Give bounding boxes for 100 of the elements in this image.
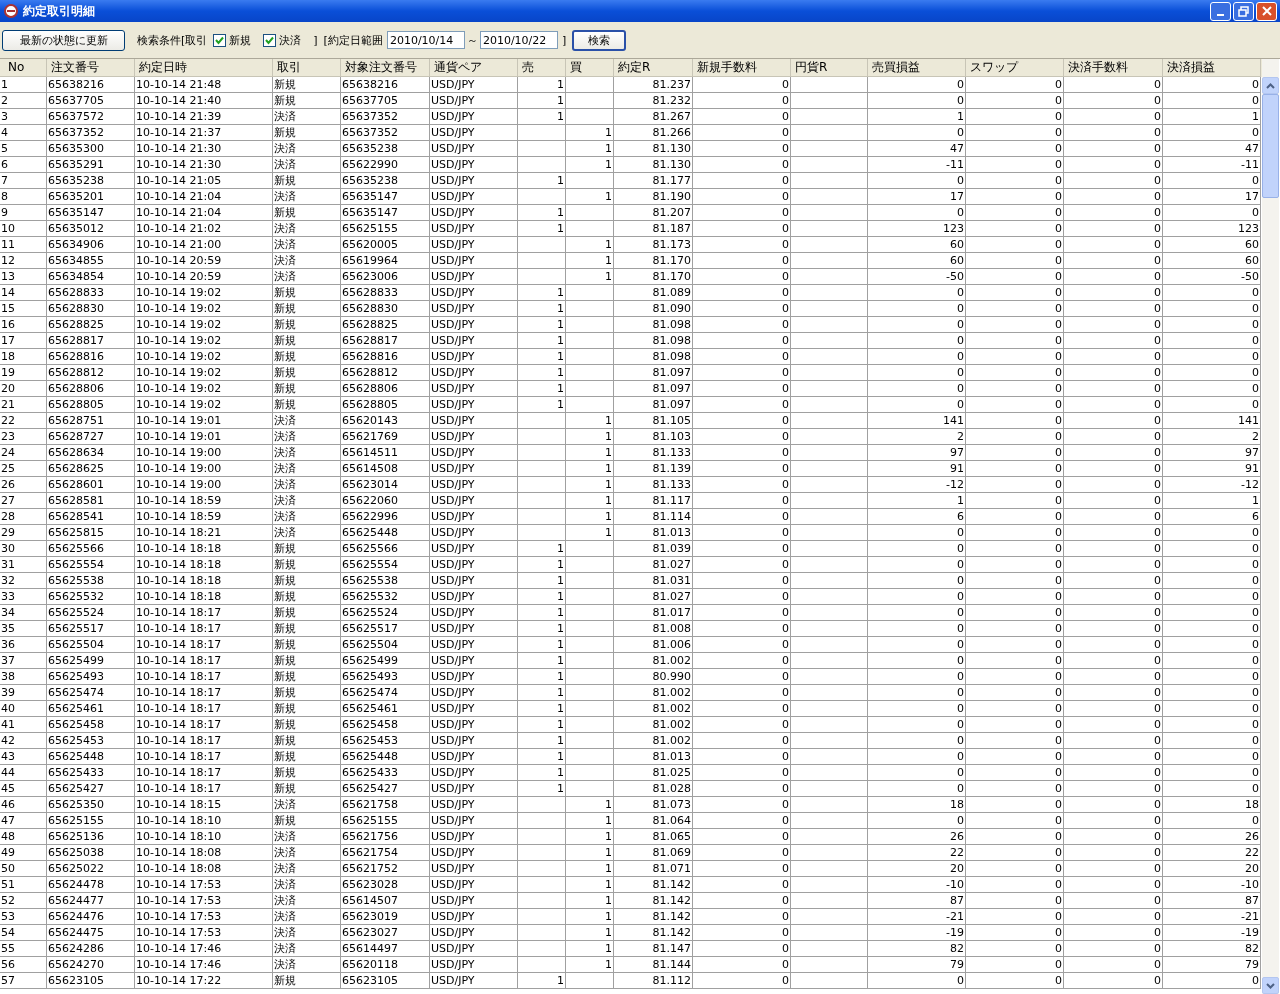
- table-cell: 81.090: [614, 301, 693, 317]
- filter-checkbox[interactable]: 新規: [213, 32, 252, 48]
- table-cell: 新規: [273, 813, 341, 829]
- maximize-button[interactable]: [1233, 1, 1254, 21]
- empty-cell: [518, 269, 566, 285]
- table-cell: 0: [1064, 605, 1163, 621]
- table-cell: 1: [518, 541, 566, 557]
- column-header[interactable]: 約定R: [614, 59, 693, 77]
- table-cell: USD/JPY: [430, 733, 518, 749]
- table-cell: 0: [966, 669, 1064, 685]
- column-header[interactable]: No: [0, 59, 47, 77]
- column-header[interactable]: 約定日時: [135, 59, 273, 77]
- table-cell: 0: [966, 861, 1064, 877]
- column-header[interactable]: 売: [518, 59, 566, 77]
- table-cell: 87: [868, 893, 966, 909]
- minimize-button[interactable]: [1210, 1, 1231, 21]
- table-cell: 4: [0, 125, 47, 141]
- table-cell: 0: [1163, 749, 1261, 765]
- table-cell: 1: [518, 701, 566, 717]
- checkbox[interactable]: [263, 33, 277, 47]
- table-cell: 10-10-14 17:22: [135, 973, 273, 989]
- column-header[interactable]: 対象注文番号: [341, 59, 430, 77]
- empty-cell: [566, 349, 614, 365]
- table-cell: 0: [966, 157, 1064, 173]
- column-header[interactable]: 決済手数料: [1064, 59, 1163, 77]
- column-header[interactable]: 取引: [273, 59, 341, 77]
- scroll-up-button[interactable]: [1262, 77, 1279, 94]
- table-cell: 0: [966, 621, 1064, 637]
- column-header[interactable]: 新規手数料: [693, 59, 791, 77]
- column-header[interactable]: 決済損益: [1163, 59, 1261, 77]
- table-cell: 65625532: [341, 589, 430, 605]
- table-cell: 0: [1163, 573, 1261, 589]
- column-header[interactable]: 売買損益: [868, 59, 966, 77]
- filter-checkbox[interactable]: 決済: [263, 32, 302, 48]
- table-cell: 87: [1163, 893, 1261, 909]
- table-cell: 決済: [273, 429, 341, 445]
- scroll-thumb[interactable]: [1262, 94, 1279, 198]
- table-cell: 0: [1163, 557, 1261, 573]
- table-cell: 0: [693, 317, 791, 333]
- table-cell: 0: [1163, 317, 1261, 333]
- table-cell: 81.017: [614, 605, 693, 621]
- table-cell: 10-10-14 19:02: [135, 285, 273, 301]
- table-cell: 新規: [273, 621, 341, 637]
- empty-cell: [566, 589, 614, 605]
- table-cell: USD/JPY: [430, 461, 518, 477]
- table-cell: 65628751: [47, 413, 135, 429]
- scrollbar[interactable]: [1262, 59, 1279, 994]
- refresh-button[interactable]: 最新の状態に更新: [2, 29, 125, 51]
- table-cell: USD/JPY: [430, 557, 518, 573]
- table-cell: 22: [0, 413, 47, 429]
- empty-cell: [566, 701, 614, 717]
- search-button[interactable]: 検索: [572, 29, 627, 51]
- table-cell: 0: [693, 381, 791, 397]
- table-cell: 10-10-14 18:18: [135, 589, 273, 605]
- column-header[interactable]: 注文番号: [47, 59, 135, 77]
- table-cell: 0: [1064, 685, 1163, 701]
- table-cell: 65635238: [341, 173, 430, 189]
- table-cell: 0: [966, 973, 1064, 989]
- table-cell: 0: [693, 93, 791, 109]
- scroll-down-button[interactable]: [1262, 977, 1279, 994]
- table-cell: 0: [693, 957, 791, 973]
- checkbox[interactable]: [213, 33, 227, 47]
- empty-cell: [518, 909, 566, 925]
- table-cell: USD/JPY: [430, 813, 518, 829]
- table-cell: 0: [693, 781, 791, 797]
- table-cell: 0: [1064, 813, 1163, 829]
- table-cell: 60: [868, 237, 966, 253]
- table-cell: 65625815: [47, 525, 135, 541]
- table-cell: 65635012: [47, 221, 135, 237]
- table-cell: 81.142: [614, 893, 693, 909]
- table-cell: 決済: [273, 445, 341, 461]
- table-cell: 81.097: [614, 365, 693, 381]
- table-cell: USD/JPY: [430, 173, 518, 189]
- table-cell: 10-10-14 20:59: [135, 253, 273, 269]
- table-cell: 65614508: [341, 461, 430, 477]
- empty-cell: [566, 541, 614, 557]
- table-cell: 0: [693, 157, 791, 173]
- table-cell: 81.190: [614, 189, 693, 205]
- empty-cell: [518, 253, 566, 269]
- column-header[interactable]: 円貨R: [791, 59, 868, 77]
- table-cell: 65628833: [341, 285, 430, 301]
- column-header[interactable]: 通貨ペア: [430, 59, 518, 77]
- empty-cell: [518, 861, 566, 877]
- table-cell: 81.002: [614, 701, 693, 717]
- table-cell: 81.133: [614, 445, 693, 461]
- table-cell: USD/JPY: [430, 125, 518, 141]
- empty-cell: [566, 669, 614, 685]
- table-cell: 0: [693, 573, 791, 589]
- table-cell: 0: [693, 221, 791, 237]
- table-cell: 10-10-14 19:02: [135, 365, 273, 381]
- column-header[interactable]: スワップ: [966, 59, 1064, 77]
- date-to-field[interactable]: 2010/10/22: [479, 31, 558, 49]
- table-cell: 1: [566, 909, 614, 925]
- column-header[interactable]: 買: [566, 59, 614, 77]
- table-cell: 0: [966, 109, 1064, 125]
- table-cell: 18: [868, 797, 966, 813]
- close-button[interactable]: [1256, 1, 1277, 21]
- table-cell: 2: [1163, 429, 1261, 445]
- table-cell: 0: [1064, 445, 1163, 461]
- date-from-field[interactable]: 2010/10/14: [386, 31, 465, 49]
